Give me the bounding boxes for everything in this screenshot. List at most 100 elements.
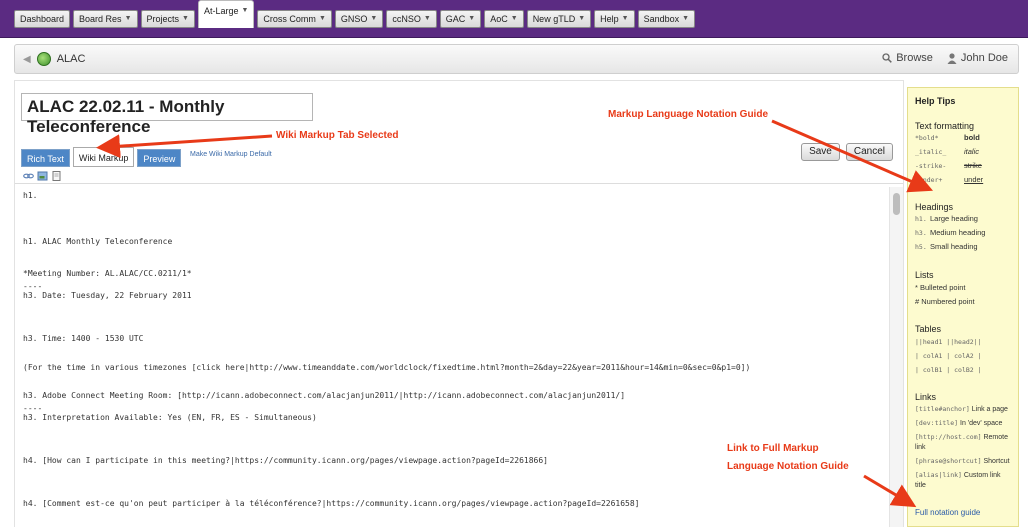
nav-tab-label: Board Res	[79, 14, 122, 24]
editor-scrollbar[interactable]	[889, 187, 903, 527]
help-table-row: | colA1 | colA2 |	[915, 352, 982, 360]
browse-label: Browse	[896, 52, 933, 64]
help-code: h3.	[915, 229, 927, 237]
markup-line: h3. Adobe Connect Meeting Room: [http://…	[23, 391, 626, 400]
chevron-down-icon: ▼	[370, 15, 378, 22]
nav-tab-label: ccNSO	[392, 14, 421, 24]
markup-line: h4. [Comment est-ce qu'on peut participe…	[23, 499, 640, 508]
user-icon	[947, 52, 957, 64]
search-icon	[882, 53, 893, 63]
full-notation-guide-link[interactable]: Full notation guide	[915, 508, 980, 517]
cancel-button[interactable]: Cancel	[845, 143, 893, 161]
chevron-down-icon: ▼	[621, 15, 629, 22]
help-title: Help Tips	[915, 96, 956, 106]
nav-tab[interactable]: Projects ▼	[140, 10, 195, 28]
help-label-italic: italic	[964, 147, 980, 156]
annotation-markup-guide: Markup Language Notation Guide	[608, 109, 769, 120]
editor-toolbar	[23, 171, 62, 181]
nav-tab-label: GAC	[445, 14, 466, 24]
help-heading-links: Links	[915, 392, 937, 402]
editor-mode-tabs: Rich Text Wiki Markup Preview	[21, 147, 182, 167]
nav-tab[interactable]: ccNSO ▼	[386, 10, 437, 28]
markup-line: ----	[23, 404, 43, 413]
help-heading-headings: Headings	[915, 202, 954, 212]
markup-line: (For the time in various timezones [clic…	[23, 363, 751, 372]
help-heading-tables: Tables	[915, 324, 942, 334]
toolbar-divider	[15, 183, 903, 184]
chevron-down-icon: ▼	[124, 15, 132, 22]
help-label: Small heading	[930, 242, 978, 251]
help-label-strike: strike	[964, 161, 982, 170]
nav-tab[interactable]: Board Res ▼	[73, 10, 138, 28]
nav-tab[interactable]: At-Large ▼	[197, 0, 255, 28]
annotation-link-guide-1: Link to Full Markup	[727, 443, 819, 454]
save-button[interactable]: Save	[801, 143, 840, 161]
space-name[interactable]: ALAC	[57, 53, 86, 65]
nav-tab[interactable]: Dashboard	[14, 10, 71, 28]
nav-tab-label: At-Large	[203, 6, 239, 16]
page-title-input[interactable]: ALAC 22.02.11 - Monthly Teleconference	[21, 93, 313, 136]
tab-wiki-markup[interactable]: Wiki Markup	[72, 147, 135, 167]
help-label: Medium heading	[930, 228, 986, 237]
chevron-down-icon: ▼	[318, 15, 326, 22]
globe-icon	[36, 52, 51, 66]
scrollbar-thumb[interactable]	[893, 193, 900, 215]
make-default-link[interactable]: Make Wiki Markup Default	[190, 151, 272, 158]
back-arrow-icon[interactable]: ◀	[23, 54, 31, 65]
nav-tab-label: Projects	[146, 14, 180, 24]
nav-tab[interactable]: AoC ▼	[484, 10, 524, 28]
help-table-row: | colB1 | colB2 |	[915, 366, 982, 374]
nav-tab[interactable]: Cross Comm ▼	[257, 10, 332, 28]
nav-tab[interactable]: New gTLD ▼	[526, 10, 592, 28]
markup-line: h3. Date: Tuesday, 22 February 2011	[23, 291, 192, 300]
help-label: Link a page	[971, 406, 1008, 413]
help-list-row: * Bulleted point	[915, 283, 966, 292]
wiki-markup-textarea[interactable]: h1. h1. ALAC Monthly Teleconference *Mee…	[15, 185, 903, 528]
chevron-down-icon: ▼	[468, 15, 476, 22]
help-code: h1.	[915, 215, 927, 223]
page-icon[interactable]	[51, 171, 62, 181]
help-label-bold: bold	[964, 133, 980, 142]
help-link-row: [phrase@shortcut] Shortcut	[915, 456, 1013, 467]
nav-tab[interactable]: GAC ▼	[439, 10, 482, 28]
markup-line: *Meeting Number: AL.ALAC/CC.0211/1*	[23, 269, 192, 278]
editor-actions: Save Cancel	[801, 143, 893, 161]
help-code: [dev:title]	[915, 419, 959, 427]
nav-tab-label: Cross Comm	[263, 14, 316, 24]
help-heading-lists: Lists	[915, 270, 934, 280]
nav-tab-label: Help	[600, 14, 619, 24]
nav-tab[interactable]: Help ▼	[594, 10, 635, 28]
help-code: _italic_	[915, 148, 947, 156]
help-link-row: [dev:title] In 'dev' space	[915, 418, 1013, 429]
user-name: John Doe	[960, 52, 1008, 64]
help-label: Large heading	[930, 214, 978, 223]
tab-preview[interactable]: Preview	[137, 149, 182, 167]
help-table-row: ||head1 ||head2||	[915, 338, 982, 346]
markup-line: h1. ALAC Monthly Teleconference	[23, 237, 173, 246]
user-menu[interactable]: John Doe	[947, 52, 1008, 64]
image-icon[interactable]	[37, 171, 48, 181]
chevron-down-icon: ▼	[578, 15, 586, 22]
tab-rich-text[interactable]: Rich Text	[21, 149, 70, 167]
chevron-down-icon: ▼	[241, 7, 249, 14]
markup-line: h4. [How can I participate in this meeti…	[23, 456, 548, 465]
help-code: [title#anchor]	[915, 405, 970, 413]
chevron-down-icon: ▼	[510, 15, 518, 22]
help-link-row: [alias|link] Custom link title	[915, 470, 1013, 491]
browse-link[interactable]: Browse	[882, 52, 933, 64]
chevron-down-icon: ▼	[423, 15, 431, 22]
help-label: Shortcut	[983, 458, 1010, 465]
markup-line: ----	[23, 282, 43, 291]
help-list-row: # Numbered point	[915, 297, 975, 306]
nav-tab[interactable]: GNSO ▼	[334, 10, 384, 28]
top-navigation-bar: Dashboard Board Res ▼ Projects ▼ At-Large ▼ Cro…	[0, 0, 1028, 38]
chevron-down-icon: ▼	[682, 15, 690, 22]
help-code: [alias|link]	[915, 471, 962, 479]
page-editor: ALAC 22.02.11 - Monthly Teleconference R…	[14, 80, 904, 528]
link-icon[interactable]	[23, 171, 34, 181]
help-label-under: under	[964, 175, 984, 184]
top-nav-tabs: Dashboard Board Res ▼ Projects ▼ At-Large ▼ Cro…	[14, 0, 696, 38]
user-controls: Browse John Doe	[882, 52, 1008, 64]
markup-line: h1.	[23, 191, 38, 200]
nav-tab[interactable]: Sandbox ▼	[637, 10, 696, 28]
